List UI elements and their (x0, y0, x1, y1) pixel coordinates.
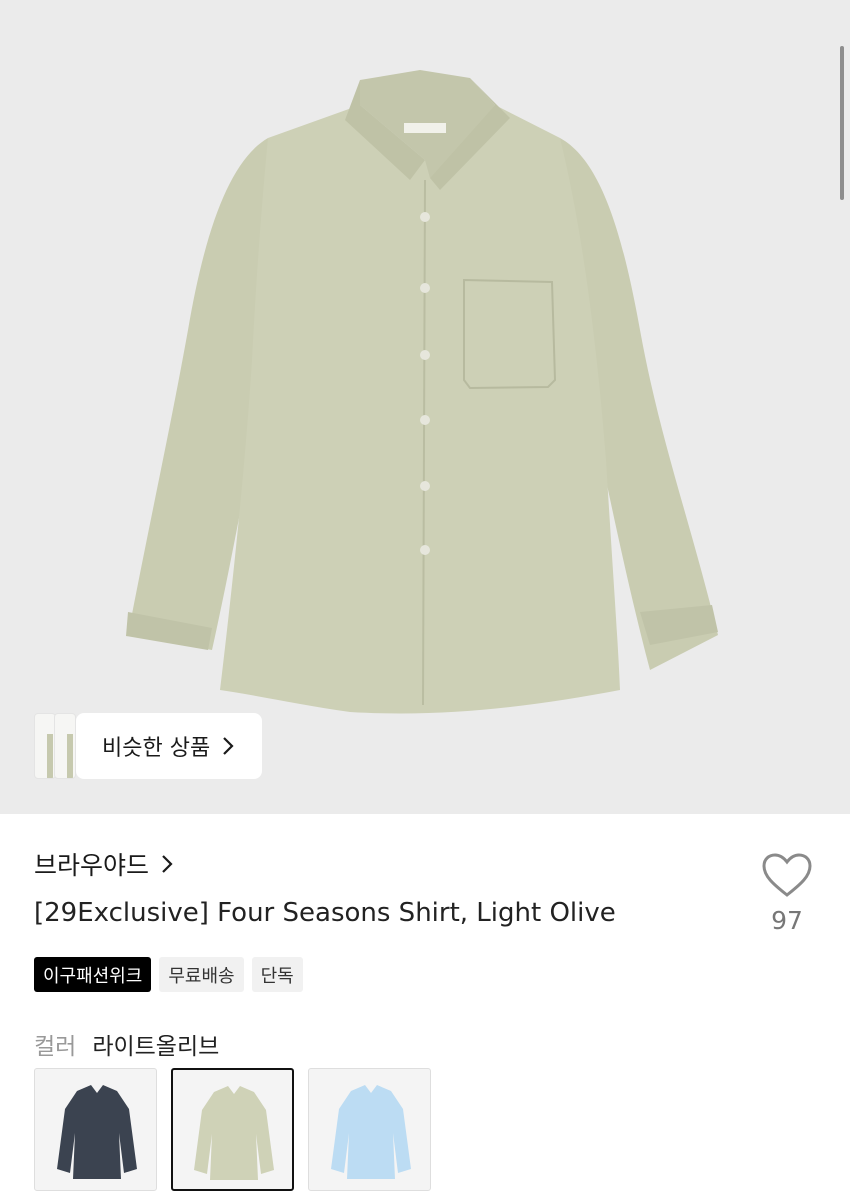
shirt-thumbnail (331, 1085, 411, 1179)
like-button[interactable]: 97 (758, 852, 816, 935)
heart-icon (762, 853, 812, 897)
product-title: [29Exclusive] Four Seasons Shirt, Light … (34, 898, 616, 928)
color-label: 컬러 (34, 1034, 77, 1060)
chevron-right-icon (162, 855, 173, 873)
shirt-thumbnail (194, 1086, 274, 1180)
tag-free-shipping: 무료배송 (159, 957, 244, 992)
scrollbar[interactable] (840, 46, 844, 200)
tag-event: 이구패션위크 (34, 957, 152, 992)
product-image-area[interactable] (0, 0, 850, 814)
color-option-row: 컬러 라이트올리브 (34, 1027, 219, 1061)
similar-products-pill[interactable]: 비슷한 상품 (76, 713, 263, 779)
color-swatches (34, 1068, 431, 1191)
similar-products-label: 비슷한 상품 (102, 736, 211, 761)
shirt-image (126, 70, 718, 714)
brand-name: 브라우야드 (34, 851, 150, 880)
similar-thumbnail (34, 713, 56, 779)
tag-exclusive: 단독 (251, 957, 303, 992)
tag-list: 이구패션위크 무료배송 단독 (34, 957, 303, 992)
color-swatch-navy[interactable] (34, 1068, 157, 1191)
similar-thumbnail (54, 713, 76, 779)
chevron-right-icon (223, 737, 234, 755)
brand-link[interactable]: 브라우야드 (34, 846, 173, 882)
like-count: 97 (771, 906, 803, 935)
color-swatch-light-blue[interactable] (308, 1068, 431, 1191)
color-swatch-light-olive[interactable] (171, 1068, 294, 1191)
similar-products-button[interactable]: 비슷한 상품 (34, 713, 263, 779)
color-selected-value: 라이트올리브 (92, 1034, 220, 1060)
similar-thumbnails (34, 713, 78, 779)
shirt-thumbnail (57, 1085, 137, 1179)
